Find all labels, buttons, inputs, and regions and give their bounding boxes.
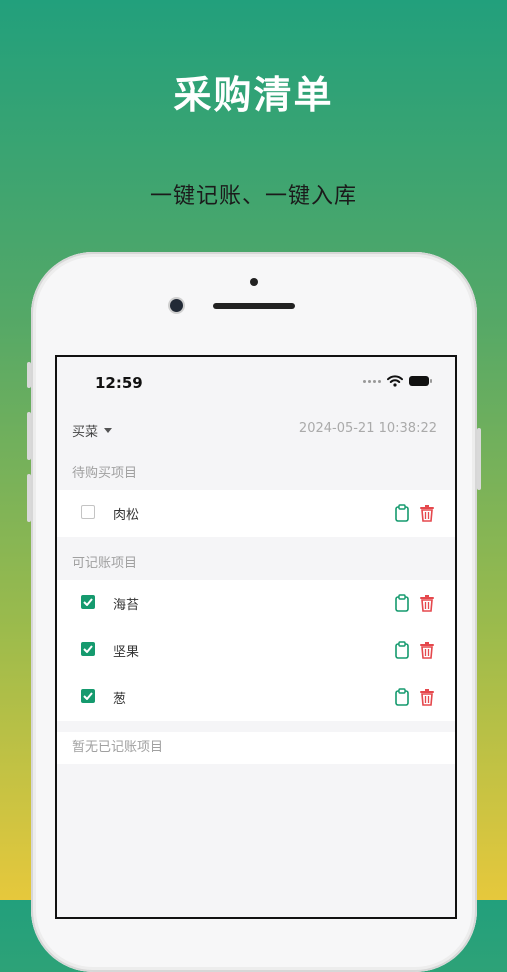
power-button [477,428,481,490]
toolbar: 买菜 2024-05-21 10:38:22 [57,419,455,443]
earpiece-speaker [213,303,295,309]
battery-icon [409,376,432,386]
billable-section: 可记账项目 海苔 坚果 葱 [57,548,455,721]
section-title-billable: 可记账项目 [57,548,455,580]
item-name: 肉松 [113,508,140,523]
status-time: 12:59 [95,374,143,392]
wifi-icon [387,375,403,387]
clipboard-icon[interactable] [394,504,410,522]
signal-dots-icon [363,379,381,383]
volume-up-button [27,412,31,460]
trash-icon[interactable] [419,594,435,612]
clipboard-icon[interactable] [394,688,410,706]
caret-down-icon [104,428,113,433]
checkbox-icon[interactable] [81,595,95,609]
section-title-pending: 待购买项目 [57,458,455,490]
volume-down-button [27,474,31,522]
category-selector[interactable]: 买菜 [72,421,113,440]
pending-section: 待购买项目 肉松 [57,458,455,537]
clipboard-icon[interactable] [394,594,410,612]
sensor [250,278,258,286]
clipboard-icon[interactable] [394,641,410,659]
category-label: 买菜 [72,425,99,440]
trash-icon[interactable] [419,641,435,659]
list-item[interactable]: 坚果 [57,627,455,674]
list-item[interactable]: 海苔 [57,580,455,627]
record-datetime: 2024-05-21 10:38:22 [298,421,437,436]
hero-subtitle: 一键记账、一键入库 [149,184,357,209]
item-name: 坚果 [113,645,140,660]
hero-title: 采购清单 [173,73,334,117]
checkbox-icon[interactable] [81,689,95,703]
mute-switch [27,362,31,388]
status-icons [363,375,432,387]
trash-icon[interactable] [419,688,435,706]
trash-icon[interactable] [419,504,435,522]
empty-billed-note: 暂无已记账项目 [57,732,455,764]
list-item[interactable]: 肉松 [57,490,455,537]
item-name: 海苔 [113,598,140,613]
app-screen: 12:59 买菜 2024-05-21 10:38:22 待购买项目 肉松 可记… [55,355,457,919]
checkbox-icon[interactable] [81,642,95,656]
list-item[interactable]: 葱 [57,674,455,721]
item-name: 葱 [113,692,127,707]
front-camera [170,299,183,312]
billed-section: 暂无已记账项目 [57,732,455,764]
checkbox-icon[interactable] [81,505,95,519]
